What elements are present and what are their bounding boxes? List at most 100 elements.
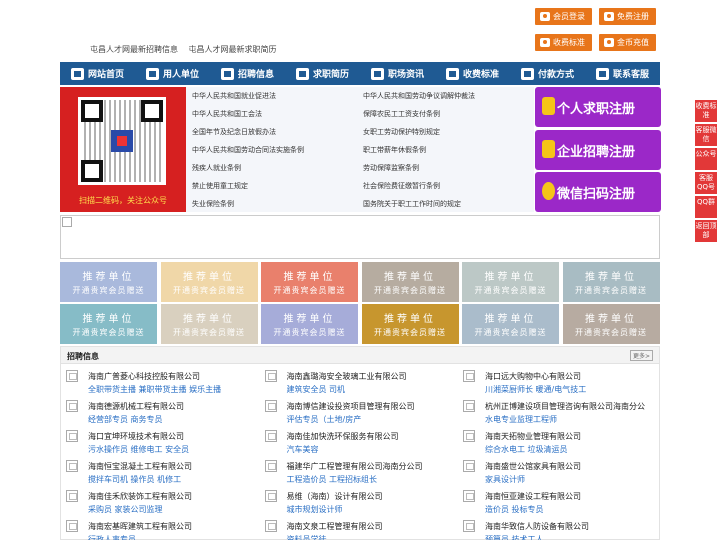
company-logo[interactable] [66,370,78,382]
promo-card[interactable]: 推荐单位 开通贵宾会员赠送 [60,304,157,344]
nav-contact[interactable]: 联系客服 [585,62,660,85]
law-link[interactable]: 女职工劳动保护特别规定 [363,127,440,137]
company-logo[interactable] [463,400,475,412]
promo-card[interactable]: 推荐单位 开通贵宾会员赠送 [562,262,660,302]
banner-image[interactable] [60,215,660,259]
company-logo[interactable] [264,490,277,502]
law-link[interactable]: 保障农民工工资支付条例 [363,109,440,119]
more-link[interactable]: 更多> [629,350,653,361]
company-name[interactable]: 海南天拓物业管理有限公司 [485,431,581,442]
company-name[interactable]: 海南盛世公馆家具有限公司 [485,461,581,472]
company-name[interactable]: 海南恒宝混凝土工程有限公司 [88,461,192,472]
law-link[interactable]: 残疾人就业条例 [192,163,241,173]
nav-news[interactable]: 职场资讯 [360,62,435,85]
company-jobs[interactable]: 工程造价员 工程招标组长 [287,474,378,485]
company-name[interactable]: 海南文泉工程管理有限公司 [287,521,383,532]
company-logo[interactable] [463,430,475,442]
company-logo[interactable] [66,520,78,532]
company-logo[interactable] [264,520,277,532]
side-float-item[interactable]: 公众号 [695,148,717,170]
company-jobs[interactable]: 污水操作员 维修电工 安全员 [88,444,189,455]
company-jobs[interactable]: 经营部专员 商务专员 [88,414,163,425]
promo-card[interactable]: 推荐单位 开通贵宾会员赠送 [361,262,459,302]
company-logo[interactable] [264,400,277,412]
law-link[interactable]: 劳动保障监察条例 [363,163,419,173]
company-jobs[interactable]: 评估专员（土地/房产 [287,414,362,425]
company-jobs[interactable]: 全职带货主播 兼职带货主播 娱乐主播 [88,384,221,395]
nav-jobs[interactable]: 招聘信息 [210,62,285,85]
company-name[interactable]: 海南德源机械工程有限公司 [88,401,184,412]
company-logo[interactable] [463,520,475,532]
side-float-item[interactable]: 收费标准 [695,100,717,122]
company-jobs[interactable]: 汽车美容 [287,444,319,455]
company-logo[interactable] [264,430,277,442]
company-register-button[interactable]: 企业招聘注册 [535,130,661,170]
company-name[interactable]: 杭州正博建设项目管理咨询有限公司海南分公 [485,401,645,412]
company-name[interactable]: 海南佳禾欣装饰工程有限公司 [88,491,192,502]
company-name[interactable]: 海南广普菱心科技控股有限公司 [88,371,200,382]
law-link[interactable]: 社会保险费征缴暂行条例 [363,181,440,191]
company-name[interactable]: 海南博信建设投资项目管理有限公司 [287,401,415,412]
company-jobs[interactable]: 造价员 投标专员 [485,504,544,515]
company-jobs[interactable]: 综合水电工 垃圾清运员 [485,444,568,455]
company-jobs[interactable]: 川湘菜厨师长 暖通/电气技工 [485,384,586,395]
promo-card[interactable]: 推荐单位 开通贵宾会员赠送 [261,304,358,344]
promo-card[interactable]: 推荐单位 开通贵宾会员赠送 [361,304,459,344]
side-float-item[interactable]: 返回顶部 [695,220,717,242]
company-name[interactable]: 海南宏基晖建筑工程有限公司 [88,521,192,532]
member-login-button[interactable]: 会员登录 [535,8,592,25]
side-float-item[interactable]: QQ群 [695,196,717,218]
company-name[interactable]: 海口宜坤环境技术有限公司 [88,431,184,442]
company-logo[interactable] [264,370,277,382]
law-link[interactable]: 禁止使用童工规定 [192,181,248,191]
company-logo[interactable] [66,490,78,502]
law-link[interactable]: 中华人民共和国工会法 [192,109,262,119]
law-link[interactable]: 职工带薪年休假条例 [363,145,426,155]
company-logo[interactable] [463,490,475,502]
company-name[interactable]: 福建华广工程管理有限公司海南分公司 [287,461,423,472]
nav-employers[interactable]: 用人单位 [135,62,210,85]
company-name[interactable]: 海南佳加快洗环保服务有限公司 [287,431,399,442]
company-jobs[interactable]: 城市规划设计师 [287,504,343,515]
company-logo[interactable] [66,460,78,472]
company-jobs[interactable]: 家具设计师 [485,474,525,485]
company-logo[interactable] [463,370,475,382]
company-jobs[interactable]: 行政人事专员 [88,534,136,540]
nav-resumes[interactable]: 求职简历 [285,62,360,85]
promo-card[interactable]: 推荐单位 开通贵宾会员赠送 [60,262,157,302]
promo-card[interactable]: 推荐单位 开通贵宾会员赠送 [261,262,358,302]
personal-register-button[interactable]: 个人求职注册 [535,87,661,127]
side-float-item[interactable]: 客服微信 [695,124,717,146]
company-jobs[interactable]: 采购员 家装公司监理 [88,504,163,515]
company-name[interactable]: 海口远大购物中心有限公司 [485,371,581,382]
coin-recharge-button[interactable]: 金币充值 [599,34,656,51]
wechat-register-button[interactable]: 微信扫码注册 [535,172,661,212]
law-link[interactable]: 中华人民共和国就业促进法 [192,91,276,101]
company-name[interactable]: 海南恒亚建设工程有限公司 [485,491,581,502]
company-jobs[interactable]: 搅拌车司机 操作员 机修工 [88,474,181,485]
company-jobs[interactable]: 资料员学徒 [287,534,327,540]
company-name[interactable]: 海南华致信人防设备有限公司 [485,521,589,532]
law-link[interactable]: 国务院关于职工工作时间的规定 [363,199,461,209]
company-jobs[interactable]: 水电专业监理工程师 [485,414,557,425]
promo-card[interactable]: 推荐单位 开通贵宾会员赠送 [160,262,258,302]
law-link[interactable]: 中华人民共和国劳动合同法实施条例 [192,145,304,155]
company-logo[interactable] [66,400,78,412]
promo-card[interactable]: 推荐单位 开通贵宾会员赠送 [562,304,660,344]
company-logo[interactable] [463,460,475,472]
side-float-item[interactable]: 客服QQ号 [695,172,717,194]
fee-standard-button[interactable]: 收费标准 [535,34,592,51]
law-link[interactable]: 中华人民共和国劳动争议调解仲裁法 [363,91,475,101]
company-name[interactable]: 海南鑫璐海安全玻璃工业有限公司 [287,371,407,382]
promo-card[interactable]: 推荐单位 开通贵宾会员赠送 [160,304,258,344]
nav-fees[interactable]: 收费标准 [435,62,510,85]
free-register-button[interactable]: 免费注册 [599,8,656,25]
nav-payment[interactable]: 付款方式 [510,62,585,85]
latest-resumes-link[interactable]: 屯昌人才网最新求职简历 [189,45,277,54]
company-logo[interactable] [66,430,78,442]
law-link[interactable]: 失业保险条例 [192,199,234,209]
company-name[interactable]: 易维（海南）设计有限公司 [287,491,383,502]
latest-jobs-link[interactable]: 屯昌人才网最新招聘信息 [90,45,178,54]
nav-home[interactable]: 网站首页 [60,62,135,85]
law-link[interactable]: 全国年节及纪念日放假办法 [192,127,276,137]
